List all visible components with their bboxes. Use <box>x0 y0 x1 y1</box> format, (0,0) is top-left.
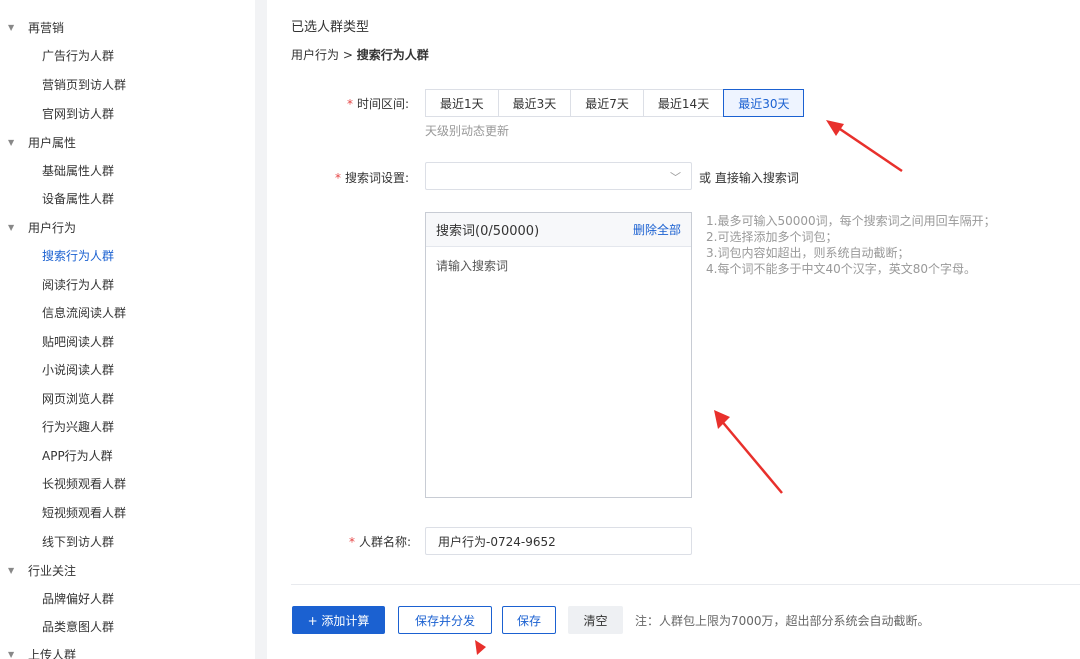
time-option-14d[interactable]: 最近14天 <box>642 89 724 117</box>
sidebar-item-short-video[interactable]: 短视频观看人群 <box>42 504 126 521</box>
sidebar-group-remarketing[interactable]: ▼ 再营销 <box>8 19 64 36</box>
sidebar-group-label: 再营销 <box>28 21 65 35</box>
breadcrumb: 用户行为 > 搜索行为人群 <box>291 46 429 63</box>
sidebar-item-category-intent[interactable]: 品类意图人群 <box>42 618 114 635</box>
time-range-label: 时间区间: <box>357 97 410 111</box>
main-panel: 已选人群类型 用户行为 > 搜索行为人群 * 时间区间: 最近1天 最近3天 最近… <box>267 0 1080 659</box>
required-mark: * <box>335 171 341 185</box>
sidebar-item-long-video[interactable]: 长视频观看人群 <box>42 475 126 492</box>
keyword-placeholder: 请输入搜索词 <box>436 259 509 273</box>
sidebar-item-brand-pref[interactable]: 品牌偏好人群 <box>42 590 114 607</box>
sidebar-item-offline-visit[interactable]: 线下到访人群 <box>42 533 114 550</box>
section-title: 已选人群类型 <box>291 20 370 35</box>
sidebar-item-device-attr[interactable]: 设备属性人群 <box>42 190 114 207</box>
caret-down-icon: ▼ <box>8 566 15 575</box>
sidebar-item-basic-attr[interactable]: 基础属性人群 <box>42 162 114 179</box>
time-option-7d[interactable]: 最近7天 <box>570 89 643 117</box>
sidebar-group-user-attr[interactable]: ▼ 用户属性 <box>8 134 76 151</box>
search-words-label: 搜索词设置: <box>345 171 410 185</box>
caret-down-icon: ▼ <box>8 223 15 232</box>
keyword-package-select[interactable]: ﹀ <box>425 162 692 190</box>
keyword-textarea[interactable]: 请输入搜索词 <box>426 247 691 284</box>
save-distribute-button[interactable]: 保存并分发 <box>398 606 492 634</box>
annotation-arrow-icon <box>826 120 903 173</box>
direct-input-text: 或 直接输入搜索词 <box>699 171 799 185</box>
sidebar: ▼ 再营销 广告行为人群 营销页到访人群 官网到访人群 ▼ 用户属性 基础属性人… <box>0 0 255 659</box>
add-calc-button[interactable]: + 添加计算 <box>292 606 385 634</box>
sidebar-item-app-behavior[interactable]: APP行为人群 <box>42 447 113 464</box>
chevron-down-icon: ﹀ <box>670 171 681 184</box>
required-mark: * <box>347 97 353 111</box>
save-button[interactable]: 保存 <box>502 606 556 634</box>
sidebar-item-tieba-reading[interactable]: 贴吧阅读人群 <box>42 333 114 350</box>
crowd-name-label-row: * 人群名称: <box>349 533 411 550</box>
sidebar-item-landing-visit[interactable]: 营销页到访人群 <box>42 76 126 93</box>
time-option-1d[interactable]: 最近1天 <box>425 89 498 117</box>
sidebar-item-search-behavior[interactable]: 搜索行为人群 <box>42 247 114 264</box>
time-range-label-row: * 时间区间: <box>347 95 409 112</box>
keyword-hints: 1.最多可输入50000词，每个搜索词之间用回车隔开； 2.可选择添加多个词包；… <box>706 213 996 277</box>
keyword-box-header: 搜索词(0/50000) 删除全部 <box>426 213 691 247</box>
sidebar-group-user-behavior[interactable]: ▼ 用户行为 <box>8 219 76 236</box>
annotation-arrow-icon <box>714 410 783 494</box>
sidebar-group-label: 用户属性 <box>28 136 77 150</box>
annotation-arrow-icon <box>475 640 486 655</box>
caret-down-icon: ▼ <box>8 650 15 659</box>
sidebar-item-ad-behavior[interactable]: 广告行为人群 <box>42 47 114 64</box>
footer-note: 注：人群包上限为7000万，超出部分系统会自动截断。 <box>635 614 930 628</box>
sidebar-item-behavior-interest[interactable]: 行为兴趣人群 <box>42 418 114 435</box>
hint-line: 4.每个词不能多于中文40个汉字，英文80个字母。 <box>706 262 976 276</box>
keyword-box: 搜索词(0/50000) 删除全部 请输入搜索词 <box>425 212 692 498</box>
search-words-label-row: * 搜索词设置: <box>335 169 409 186</box>
footer-divider <box>291 584 1080 585</box>
crowd-name-input[interactable]: 用户行为-0724-9652 <box>425 527 692 555</box>
hint-line: 2.可选择添加多个词包； <box>706 230 838 244</box>
time-range-hint: 天级别动态更新 <box>425 124 510 138</box>
crowd-name-label: 人群名称: <box>359 535 412 549</box>
breadcrumb-parent: 用户行为 > <box>291 48 357 62</box>
sidebar-group-industry[interactable]: ▼ 行业关注 <box>8 562 76 579</box>
caret-down-icon: ▼ <box>8 138 15 147</box>
sidebar-item-novel-reading[interactable]: 小说阅读人群 <box>42 361 114 378</box>
sidebar-item-feed-reading[interactable]: 信息流阅读人群 <box>42 304 126 321</box>
sidebar-item-web-browsing[interactable]: 网页浏览人群 <box>42 390 114 407</box>
required-mark: * <box>349 535 355 549</box>
sidebar-divider <box>255 0 267 659</box>
sidebar-group-label: 行业关注 <box>28 564 77 578</box>
sidebar-item-reading-behavior[interactable]: 阅读行为人群 <box>42 276 114 293</box>
time-option-3d[interactable]: 最近3天 <box>497 89 571 117</box>
caret-down-icon: ▼ <box>8 23 15 32</box>
sidebar-group-label: 用户行为 <box>28 221 77 235</box>
sidebar-group-upload[interactable]: ▼ 上传人群 <box>8 646 76 659</box>
delete-all-link[interactable]: 删除全部 <box>633 221 681 238</box>
time-range-selector: 最近1天 最近3天 最近7天 最近14天 最近30天 <box>425 89 805 117</box>
sidebar-group-label: 上传人群 <box>28 648 77 659</box>
sidebar-item-site-visit[interactable]: 官网到访人群 <box>42 105 114 122</box>
breadcrumb-current: 搜索行为人群 <box>356 48 429 62</box>
keyword-count-title: 搜索词(0/50000) <box>436 224 540 239</box>
hint-line: 3.词包内容如超出，则系统自动截断； <box>706 246 910 260</box>
hint-line: 1.最多可输入50000词，每个搜索词之间用回车隔开； <box>706 214 996 228</box>
time-option-30d[interactable]: 最近30天 <box>723 89 805 117</box>
clear-button[interactable]: 清空 <box>568 606 623 634</box>
